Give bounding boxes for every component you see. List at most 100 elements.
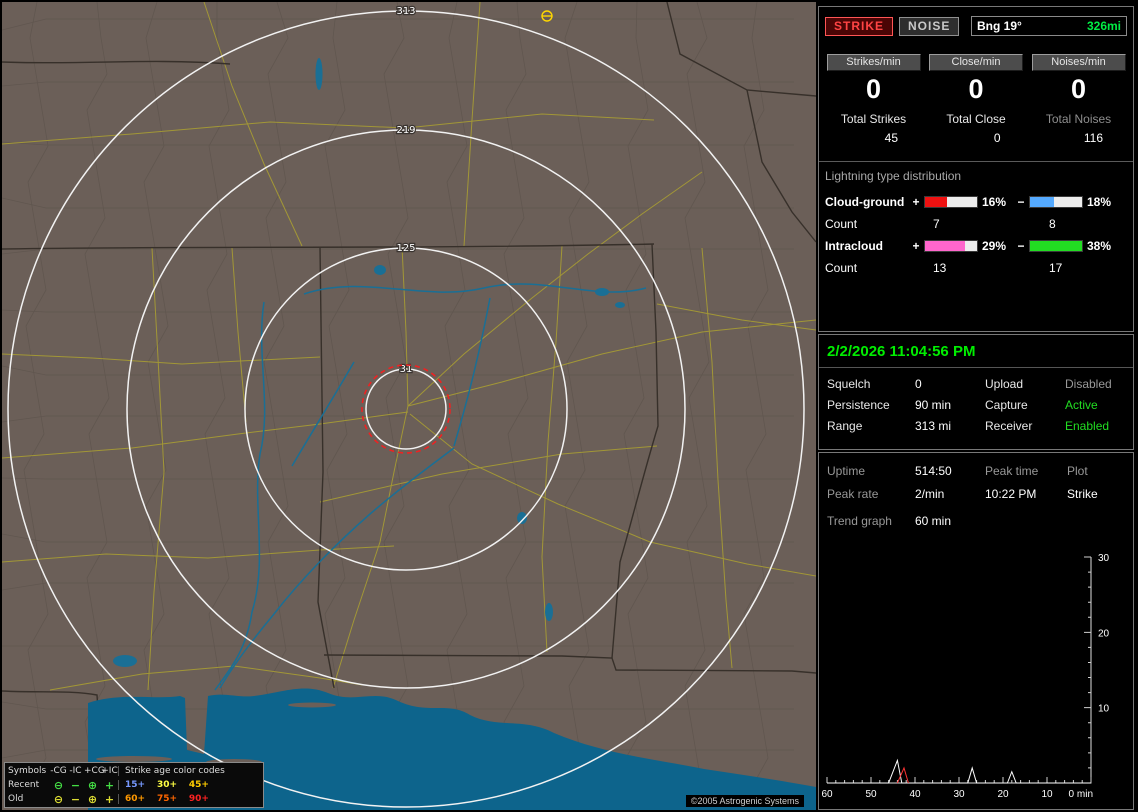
cloud-ground-count-row: Count 7 8: [825, 211, 1127, 237]
close-column: Close/min 0 Total Close 0: [926, 52, 1027, 145]
map-legend: Symbols -CG -IC +CG +IC Strike age color…: [4, 762, 264, 808]
intracloud-label: Intracloud: [825, 238, 884, 253]
pos-ic-recent-icon: +: [104, 778, 115, 792]
trend-x-label-20: 20: [997, 789, 1009, 800]
legend-col-neg-cg: -CG: [50, 766, 67, 776]
trend-x-label-40: 40: [909, 789, 921, 800]
upload-status: Disabled: [1065, 377, 1112, 391]
bearing-display: Bng 19° 326mi: [971, 16, 1127, 36]
plot-value: Strike: [1067, 487, 1098, 501]
cg-minus-bar: [1029, 195, 1083, 208]
uptime-label: Uptime: [827, 464, 866, 478]
weather-map[interactable]: 31321912531: [2, 2, 816, 810]
trend-graph-row: Trend graph 60 min: [819, 501, 1133, 528]
count-label: Count: [825, 216, 858, 231]
ic-minus-bar: [1029, 239, 1083, 252]
noise-button[interactable]: NOISE: [899, 16, 960, 36]
ic-minus-count: 17: [1049, 260, 1063, 275]
cg-minus-pct: 18%: [1087, 194, 1112, 209]
age-codes-row-2: 60+ 75+ 90+: [118, 794, 260, 804]
trend-y-label-20: 20: [1098, 628, 1110, 639]
neg-ic-old-icon: −: [70, 792, 81, 806]
uptime-value: 514:50: [915, 464, 952, 478]
bearing-distance: 326mi: [1086, 19, 1121, 33]
peak-rate-label: Peak rate: [827, 487, 879, 501]
noises-per-min-value: 0: [1070, 73, 1087, 104]
total-noises-label: Total Noises: [1045, 111, 1112, 126]
minus-sign: −: [1017, 238, 1025, 253]
legend-col-neg-ic: -IC: [69, 766, 82, 776]
cg-minus-bar-fill: [1030, 196, 1055, 207]
legend-col-pos-ic: +IC: [101, 766, 118, 776]
age-15: 15+: [125, 780, 146, 790]
ic-minus-bar-fill: [1030, 240, 1082, 251]
noises-per-min-button[interactable]: Noises/min: [1031, 53, 1126, 71]
trend-graph-span: 60 min: [915, 514, 952, 528]
neg-cg-recent-icon: ⊖: [53, 778, 64, 792]
cloud-ground-row: Cloud-ground + 16% − 18%: [825, 193, 1127, 211]
cg-plus-bar-fill: [925, 196, 947, 207]
strikes-per-min-button[interactable]: Strikes/min: [826, 53, 921, 71]
squelch-value: 0: [915, 377, 922, 391]
ic-plus-pct: 29%: [982, 238, 1007, 253]
age-75: 75+: [156, 794, 178, 804]
persistence-value: 90 min: [915, 398, 952, 412]
trend-axes: [827, 557, 1092, 784]
mode-row: STRIKE NOISE Bng 19° 326mi: [825, 16, 1127, 36]
minus-sign: −: [1017, 194, 1025, 209]
total-close-label: Total Close: [946, 111, 1006, 126]
cg-plus-pct: 16%: [982, 194, 1007, 209]
trend-x-label-50: 50: [865, 789, 877, 800]
strikes-per-min-value: 0: [865, 73, 882, 104]
counters-box: STRIKE NOISE Bng 19° 326mi Strikes/min 0…: [818, 6, 1134, 332]
trend-x-label-10: 10: [1041, 789, 1053, 800]
trend-x-label-60: 60: [821, 789, 833, 800]
count-label: Count: [825, 260, 858, 275]
trend-ticks: [826, 556, 1092, 784]
peak-time-value: 10:22 PM: [985, 487, 1037, 501]
pos-cg-old-icon: ⊕: [87, 792, 98, 806]
range-value: 313 mi: [915, 419, 952, 433]
settings-box: 2/2/2026 11:04:56 PM Squelch 0 Upload Di…: [818, 334, 1134, 450]
legend-symbols-header: Symbols: [8, 766, 47, 776]
rates-row: Strikes/min 0 Total Strikes 45 Close/min…: [823, 52, 1129, 145]
capture-label: Capture: [985, 398, 1028, 412]
strike-button[interactable]: STRIKE: [825, 16, 894, 36]
trend-x-label-30: 30: [953, 789, 965, 800]
datetime-display: 2/2/2026 11:04:56 PM: [819, 335, 1133, 368]
neg-ic-recent-icon: −: [70, 778, 81, 792]
close-per-min-value: 0: [968, 73, 984, 104]
upload-label: Upload: [985, 377, 1024, 391]
ring-label-219: 219: [396, 125, 415, 136]
ring-label-313: 313: [396, 6, 415, 17]
plot-label: Plot: [1067, 464, 1088, 478]
status-grid: Uptime 514:50 Peak time Plot Peak rate 2…: [819, 453, 1133, 501]
legend-age-header: Strike age color codes: [118, 766, 260, 776]
capture-status: Active: [1065, 398, 1098, 412]
age-45: 45+: [188, 780, 209, 790]
ic-plus-bar: [924, 239, 978, 252]
close-per-min-button[interactable]: Close/min: [929, 53, 1023, 71]
total-strikes-value: 45: [884, 130, 898, 145]
plus-sign: +: [912, 238, 920, 253]
trend-graph: 60 50 40 30 20 10 0 min 10 20 30: [821, 553, 1110, 800]
trend-y-label-30: 30: [1098, 553, 1110, 564]
legend-recent-label: Recent: [8, 780, 40, 790]
distribution-title: Lightning type distribution: [825, 168, 962, 183]
lightning-distribution: Lightning type distribution Cloud-ground…: [819, 160, 1133, 281]
receiver-label: Receiver: [985, 419, 1033, 433]
peak-time-label: Peak time: [985, 464, 1039, 478]
squelch-label: Squelch: [827, 377, 871, 391]
intracloud-row: Intracloud + 29% − 38%: [825, 237, 1127, 255]
app-window: 313 219 125 31 Symbols -CG -IC +CG +IC Stri…: [0, 0, 1138, 812]
receiver-status: Enabled: [1065, 419, 1110, 433]
copyright-text: ©2005 Astrogenic Systems: [685, 795, 804, 807]
cg-plus-count: 7: [933, 216, 940, 231]
peak-rate-value: 2/min: [915, 487, 945, 501]
total-strikes-label: Total Strikes: [840, 111, 907, 126]
noises-column: Noises/min 0 Total Noises 116: [1028, 52, 1129, 145]
age-codes-row-1: 15+ 30+ 45+: [118, 780, 260, 790]
side-panel: STRIKE NOISE Bng 19° 326mi Strikes/min 0…: [818, 2, 1136, 810]
map-display[interactable]: 313 219 125 31 Symbols -CG -IC +CG +IC Stri…: [2, 2, 816, 810]
legend-old-row: Old ⊖ − ⊕ + 60+ 75+ 90+: [8, 792, 260, 806]
